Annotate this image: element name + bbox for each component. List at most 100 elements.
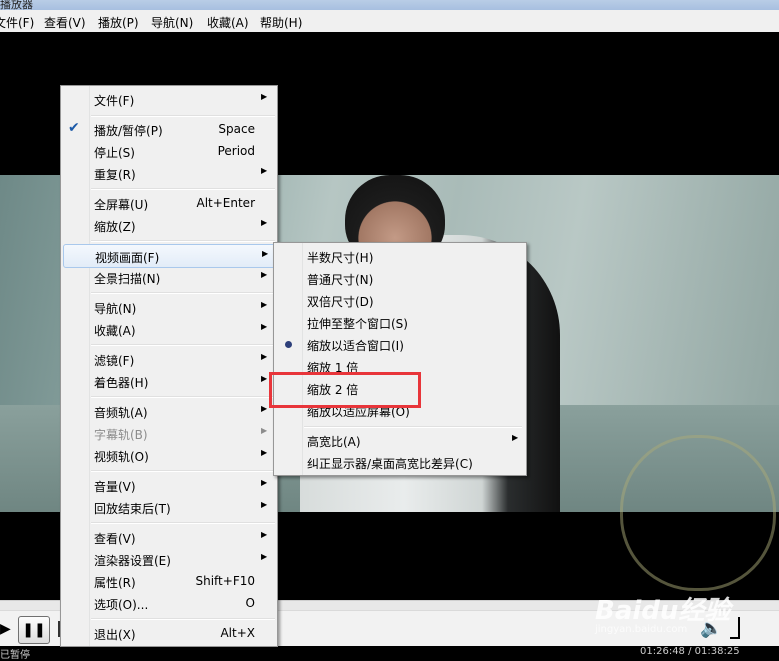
submenu-arrow-icon: ▶ — [261, 270, 268, 279]
menubar-navigate[interactable]: 导航(N) — [151, 14, 193, 31]
menubar-file[interactable]: 文件(F) — [0, 14, 34, 31]
title-bar: 播放器 — [0, 0, 779, 11]
menu-item-label: 导航(N) — [94, 302, 137, 316]
menu-item-renderer-settings[interactable]: 渲染器设置(E) ▶ — [63, 548, 275, 570]
menu-bar: 文件(F) 查看(V) 播放(P) 导航(N) 收藏(A) 帮助(H) — [0, 10, 779, 33]
menu-item-label: 音频轨(A) — [94, 406, 148, 420]
submenu-item-double-size[interactable]: 双倍尺寸(D) — [276, 289, 524, 311]
menu-item-zoom[interactable]: 缩放(Z) ▶ — [63, 214, 275, 236]
submenu-arrow-icon: ▶ — [261, 500, 268, 509]
submenu-arrow-icon: ▶ — [261, 92, 268, 101]
menu-item-label: 渲染器设置(E) — [94, 554, 171, 568]
menu-item-shortcut: Space — [218, 122, 255, 136]
submenu-arrow-icon: ▶ — [261, 552, 268, 561]
menu-item-label: 播放/暂停(P) — [94, 124, 163, 138]
video-emblem — [620, 435, 776, 591]
submenu-item-correct-aspect[interactable]: 纠正显示器/桌面高宽比差异(C) — [276, 451, 524, 473]
submenu-arrow-icon: ▶ — [261, 322, 268, 331]
menu-item-stop[interactable]: 停止(S) Period — [63, 140, 275, 162]
submenu-arrow-icon: ▶ — [261, 448, 268, 457]
submenu-item-fit-window[interactable]: 缩放以适合窗口(I) — [276, 333, 524, 355]
menu-item-shortcut: Shift+F10 — [195, 574, 255, 588]
menu-item-filters[interactable]: 滤镜(F) ▶ — [63, 348, 275, 370]
submenu-item-stretch-to-window[interactable]: 拉伸至整个窗口(S) — [276, 311, 524, 333]
context-menu: 文件(F) ▶ ✔ 播放/暂停(P) Space 停止(S) Period 重复… — [60, 85, 278, 647]
watermark-url: jingyan.baidu.com — [595, 624, 688, 635]
menu-item-shortcut: Period — [217, 144, 255, 158]
menu-item-label: 缩放(Z) — [94, 220, 136, 234]
menu-item-label: 滤镜(F) — [94, 354, 135, 368]
menu-item-video-frame[interactable]: 视频画面(F) ▶ — [63, 244, 277, 268]
annotation-highlight-box — [269, 372, 421, 408]
menu-item-favorites[interactable]: 收藏(A) ▶ — [63, 318, 275, 340]
menu-item-label: 文件(F) — [94, 94, 135, 108]
video-frame-submenu: 半数尺寸(H) 普通尺寸(N) 双倍尺寸(D) 拉伸至整个窗口(S) 缩放以适合… — [273, 242, 527, 476]
submenu-arrow-icon: ▶ — [261, 218, 268, 227]
watermark-logo: Baidu经验 — [595, 596, 731, 626]
submenu-arrow-icon: ▶ — [261, 166, 268, 175]
menu-item-label: 属性(R) — [94, 576, 136, 590]
menubar-help[interactable]: 帮助(H) — [260, 14, 302, 31]
menu-separator — [91, 292, 275, 294]
submenu-arrow-icon: ▶ — [262, 249, 269, 258]
menu-separator — [304, 426, 522, 428]
menu-item-subtitle-track: 字幕轨(B) ▶ — [63, 422, 275, 444]
status-time: 01:26:48 / 01:38:25 — [640, 646, 740, 657]
menu-item-label: 普通尺寸(N) — [307, 273, 374, 287]
menu-separator — [91, 240, 275, 242]
menu-item-properties[interactable]: 属性(R) Shift+F10 — [63, 570, 275, 592]
menu-item-shortcut: O — [245, 596, 255, 610]
menu-item-options[interactable]: 选项(O)... O — [63, 592, 275, 614]
menu-item-label: 字幕轨(B) — [94, 428, 148, 442]
menu-separator — [91, 344, 275, 346]
menu-item-label: 视频画面(F) — [95, 251, 160, 265]
menu-separator — [91, 522, 275, 524]
menu-item-label: 纠正显示器/桌面高宽比差异(C) — [307, 457, 473, 471]
pause-button[interactable]: ❚❚ — [18, 616, 50, 644]
menubar-view[interactable]: 查看(V) — [44, 14, 86, 31]
submenu-item-half-size[interactable]: 半数尺寸(H) — [276, 245, 524, 267]
menu-separator — [91, 188, 275, 190]
menu-item-fullscreen[interactable]: 全屏幕(U) Alt+Enter — [63, 192, 275, 214]
menu-item-label: 音量(V) — [94, 480, 136, 494]
menu-item-label: 拉伸至整个窗口(S) — [307, 317, 408, 331]
menu-item-label: 查看(V) — [94, 532, 136, 546]
menu-item-exit[interactable]: 退出(X) Alt+X — [63, 622, 275, 644]
menu-item-label: 重复(R) — [94, 168, 136, 182]
menu-item-volume[interactable]: 音量(V) ▶ — [63, 474, 275, 496]
menu-item-label: 选项(O)... — [94, 598, 149, 612]
volume-slider[interactable] — [730, 615, 770, 643]
menu-item-shortcut: Alt+X — [220, 626, 255, 640]
menu-separator — [91, 396, 275, 398]
menu-item-repeat[interactable]: 重复(R) ▶ — [63, 162, 275, 184]
menu-item-label: 回放结束后(T) — [94, 502, 171, 516]
play-button[interactable]: ▶ — [0, 619, 12, 639]
submenu-item-aspect-ratio[interactable]: 高宽比(A) ▶ — [276, 429, 524, 451]
menu-item-file[interactable]: 文件(F) ▶ — [63, 88, 275, 110]
submenu-arrow-icon: ▶ — [261, 478, 268, 487]
menu-item-video-track[interactable]: 视频轨(O) ▶ — [63, 444, 275, 466]
submenu-arrow-icon: ▶ — [261, 300, 268, 309]
menu-item-shaders[interactable]: 着色器(H) ▶ — [63, 370, 275, 392]
checkmark-icon: ✔ — [68, 120, 80, 136]
menu-item-pan-scan[interactable]: 全景扫描(N) ▶ — [63, 266, 275, 288]
menu-item-play-pause[interactable]: ✔ 播放/暂停(P) Space — [63, 118, 275, 140]
submenu-arrow-icon: ▶ — [261, 530, 268, 539]
menu-item-label: 收藏(A) — [94, 324, 136, 338]
submenu-arrow-icon: ▶ — [512, 433, 519, 442]
status-state: 已暂停 — [0, 650, 30, 661]
menu-item-label: 退出(X) — [94, 628, 136, 642]
menu-item-label: 全屏幕(U) — [94, 198, 149, 212]
submenu-arrow-icon: ▶ — [261, 404, 268, 413]
submenu-item-normal-size[interactable]: 普通尺寸(N) — [276, 267, 524, 289]
menu-item-label: 全景扫描(N) — [94, 272, 161, 286]
menubar-favorites[interactable]: 收藏(A) — [207, 14, 249, 31]
submenu-arrow-icon: ▶ — [261, 374, 268, 383]
menubar-play[interactable]: 播放(P) — [98, 14, 139, 31]
menu-item-label: 缩放以适合窗口(I) — [307, 339, 404, 353]
menu-item-audio-track[interactable]: 音频轨(A) ▶ — [63, 400, 275, 422]
menu-separator — [91, 115, 275, 117]
menu-item-view[interactable]: 查看(V) ▶ — [63, 526, 275, 548]
menu-item-after-playback[interactable]: 回放结束后(T) ▶ — [63, 496, 275, 518]
menu-item-navigate[interactable]: 导航(N) ▶ — [63, 296, 275, 318]
